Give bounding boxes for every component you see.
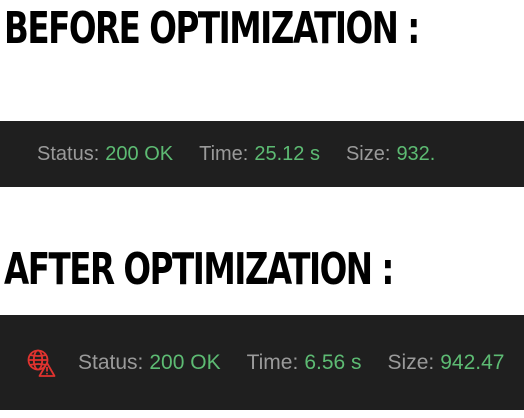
globe-warning-icon[interactable]: [26, 348, 56, 378]
status-value[interactable]: 200 OK: [149, 351, 220, 375]
after-heading: AFTER OPTIMIZATION :: [4, 244, 394, 295]
size-value[interactable]: 942.47: [440, 351, 504, 375]
comparison-page: BEFORE OPTIMIZATION : Status: 200 OK Tim…: [0, 0, 524, 418]
status-label: Status:: [78, 350, 144, 374]
size-label: Size:: [387, 350, 435, 374]
time-label: Time:: [246, 350, 299, 374]
time-value[interactable]: 6.56 s: [304, 351, 361, 375]
before-response-status-bar: Status: 200 OK Time: 25.12 s Size: 932.: [0, 121, 524, 187]
status-value[interactable]: 200 OK: [105, 143, 173, 166]
size-label: Size:: [345, 142, 391, 165]
time-value[interactable]: 25.12 s: [254, 143, 320, 166]
size-value[interactable]: 932.: [396, 143, 435, 166]
time-label: Time:: [199, 142, 249, 165]
status-label: Status:: [37, 142, 100, 165]
before-heading: BEFORE OPTIMIZATION :: [4, 3, 420, 54]
after-response-status-bar: Status: 200 OK Time: 6.56 s Size: 942.47: [0, 315, 524, 410]
